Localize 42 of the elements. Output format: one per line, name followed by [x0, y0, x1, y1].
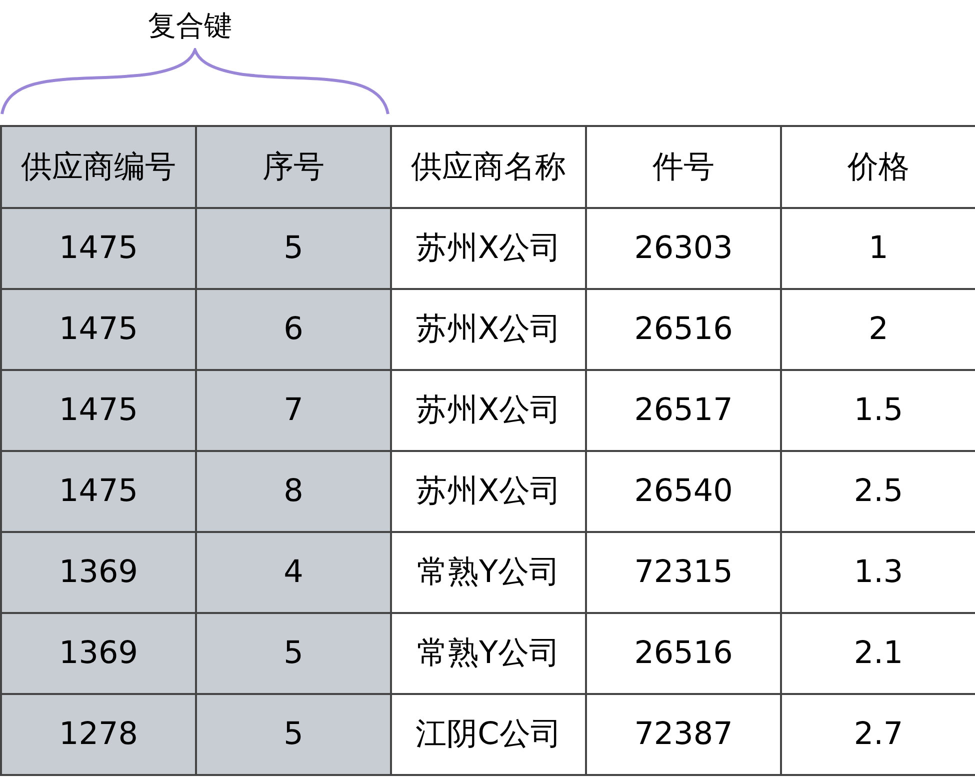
table-cell: 8 — [196, 451, 391, 532]
table-cell: 常熟Y公司 — [391, 613, 586, 694]
table-cell: 2.5 — [781, 451, 975, 532]
table-cell: 6 — [196, 289, 391, 370]
table-cell: 江阴C公司 — [391, 694, 586, 775]
table-cell: 72315 — [586, 532, 781, 613]
table-cell: 26303 — [586, 208, 781, 289]
table-cell: 1.5 — [781, 370, 975, 451]
table-cell: 26516 — [586, 613, 781, 694]
table-cell: 26516 — [586, 289, 781, 370]
column-header: 序号 — [196, 126, 391, 208]
table-cell: 常熟Y公司 — [391, 532, 586, 613]
table-cell: 1369 — [1, 613, 196, 694]
table-cell: 2 — [781, 289, 975, 370]
table-cell: 72387 — [586, 694, 781, 775]
table-cell: 苏州X公司 — [391, 289, 586, 370]
column-header: 供应商名称 — [391, 126, 586, 208]
table-cell: 1475 — [1, 289, 196, 370]
table-cell: 1475 — [1, 370, 196, 451]
column-header: 供应商编号 — [1, 126, 196, 208]
table-cell: 1475 — [1, 451, 196, 532]
curly-brace-icon — [0, 48, 390, 116]
table-cell: 5 — [196, 613, 391, 694]
table-cell: 5 — [196, 694, 391, 775]
table-cell: 苏州X公司 — [391, 208, 586, 289]
table-cell: 1.3 — [781, 532, 975, 613]
column-header: 价格 — [781, 126, 975, 208]
table-cell: 7 — [196, 370, 391, 451]
table-cell: 2.7 — [781, 694, 975, 775]
table-cell: 苏州X公司 — [391, 370, 586, 451]
table-cell: 26517 — [586, 370, 781, 451]
table-cell: 4 — [196, 532, 391, 613]
table-cell: 1278 — [1, 694, 196, 775]
table-cell: 26540 — [586, 451, 781, 532]
table-cell: 苏州X公司 — [391, 451, 586, 532]
brace-label: 复合键 — [148, 8, 232, 44]
column-header: 件号 — [586, 126, 781, 208]
table-cell: 2.1 — [781, 613, 975, 694]
table-cell: 1475 — [1, 208, 196, 289]
table-cell: 1369 — [1, 532, 196, 613]
table-cell: 1 — [781, 208, 975, 289]
table-cell: 5 — [196, 208, 391, 289]
